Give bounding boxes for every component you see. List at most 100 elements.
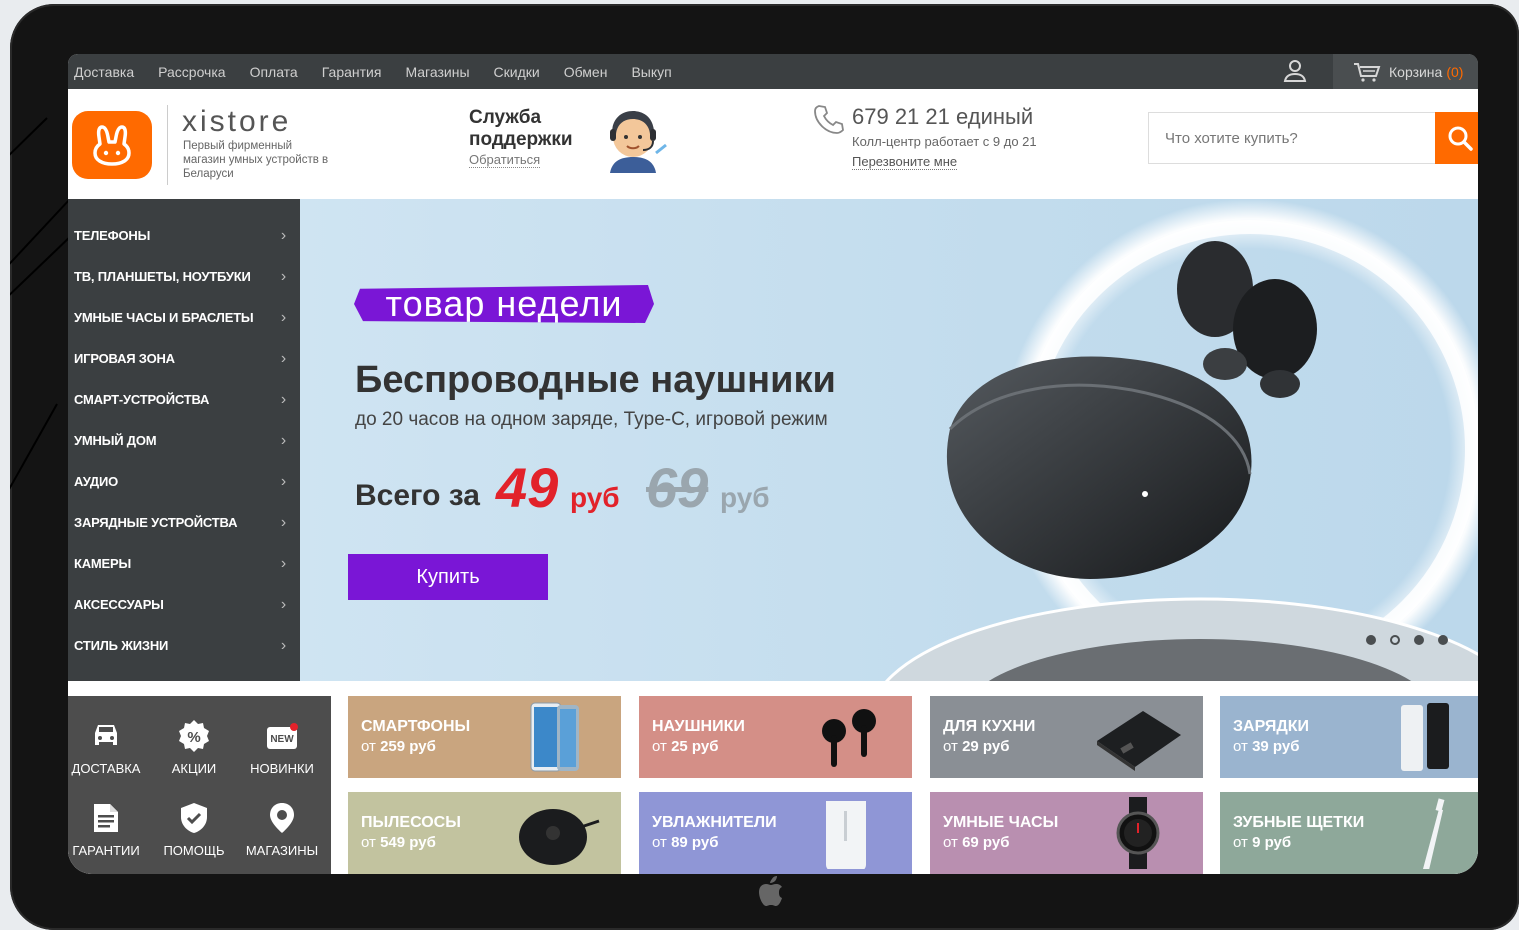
top-nav-bar: Доставка Рассрочка Оплата Гарантия Магаз… — [68, 54, 1478, 89]
user-account-button[interactable] — [1280, 56, 1310, 86]
search-input[interactable] — [1148, 112, 1436, 164]
buy-button[interactable]: Купить — [348, 554, 548, 600]
category-price: от 259 руб — [361, 738, 436, 755]
chevron-right-icon: › — [280, 472, 286, 490]
quick-link-delivery[interactable]: ДОСТАВКА — [68, 696, 150, 776]
category-name: СМАРТФОНЫ — [361, 718, 471, 735]
sidebar-item-accessories[interactable]: АКСЕССУАРЫ › — [68, 584, 300, 625]
nav-warranty[interactable]: Гарантия — [322, 64, 382, 80]
car-icon — [89, 719, 123, 753]
sidebar-item-label: СМАРТ-УСТРОЙСТВА — [74, 392, 210, 407]
support-link[interactable]: Обратиться — [469, 152, 541, 168]
slider-dot-2[interactable] — [1390, 635, 1400, 645]
sidebar-item-label: СТИЛЬ ЖИЗНИ — [74, 638, 169, 653]
slider-dots — [1366, 635, 1448, 645]
category-price: от 29 руб — [943, 738, 1010, 755]
category-name: ДЛЯ КУХНИ — [943, 718, 1036, 735]
price-new: 49 — [496, 456, 559, 519]
chevron-right-icon: › — [280, 390, 286, 408]
apple-logo-icon — [759, 876, 782, 906]
banner-title: Беспроводные наушники — [355, 359, 836, 401]
chevron-right-icon: › — [280, 267, 286, 285]
price-new-currency: руб — [570, 482, 620, 513]
browser-screen: Доставка Рассрочка Оплата Гарантия Магаз… — [68, 54, 1478, 874]
price-label: Всего за — [355, 479, 480, 512]
quick-link-warranty[interactable]: ГАРАНТИИ — [68, 778, 150, 858]
callback-link[interactable]: Перезвоните мне — [852, 154, 958, 170]
quick-link-new[interactable]: NEW НОВИНКИ — [238, 696, 326, 776]
chevron-right-icon: › — [280, 431, 286, 449]
sidebar-item-smartwatches[interactable]: УМНЫЕ ЧАСЫ И БРАСЛЕТЫ › — [68, 297, 300, 338]
slider-dot-3[interactable] — [1414, 635, 1424, 645]
sidebar-item-label: ЗАРЯДНЫЕ УСТРОЙСТВА — [74, 515, 238, 530]
nav-stores[interactable]: Магазины — [405, 64, 469, 80]
sidebar-item-label: ИГРОВАЯ ЗОНА — [74, 351, 175, 366]
logo-divider — [167, 105, 168, 185]
cart-label: Корзина — [1389, 63, 1443, 80]
quick-link-stores[interactable]: МАГАЗИНЫ — [238, 778, 326, 858]
quick-link-label: НОВИНКИ — [250, 761, 314, 776]
chevron-right-icon: › — [280, 636, 286, 654]
slider-dot-1[interactable] — [1366, 635, 1376, 645]
category-smartphones[interactable]: СМАРТФОНЫ от 259 руб — [348, 696, 621, 778]
humidifier-icon — [826, 801, 866, 869]
sidebar-item-audio[interactable]: АУДИО › — [68, 461, 300, 502]
sidebar-item-lifestyle[interactable]: СТИЛЬ ЖИЗНИ › — [68, 625, 300, 666]
sidebar-item-tv-tablets[interactable]: ТВ, ПЛАНШЕТЫ, НОУТБУКИ › — [68, 256, 300, 297]
cart-button[interactable]: Корзина (0) — [1333, 54, 1478, 89]
search-button[interactable] — [1435, 112, 1478, 164]
nav-payment[interactable]: Оплата — [250, 64, 298, 80]
brand-name[interactable]: xistore — [182, 105, 291, 139]
nav-installments[interactable]: Рассрочка — [158, 64, 225, 80]
category-name: УВЛАЖНИТЕЛИ — [652, 814, 777, 831]
sidebar-item-label: УМНЫЕ ЧАСЫ И БРАСЛЕТЫ — [74, 310, 254, 325]
phone-number[interactable]: 679 21 21 единый — [852, 104, 1033, 130]
sidebar-item-smart-home[interactable]: УМНЫЙ ДОМ › — [68, 420, 300, 461]
quick-link-help[interactable]: ПОМОЩЬ — [150, 778, 238, 858]
sidebar-item-smart-devices[interactable]: СМАРТ-УСТРОЙСТВА › — [68, 379, 300, 420]
top-nav: Доставка Рассрочка Оплата Гарантия Магаз… — [74, 54, 696, 89]
nav-exchange[interactable]: Обмен — [564, 64, 608, 80]
nav-discounts[interactable]: Скидки — [494, 64, 540, 80]
category-name: УМНЫЕ ЧАСЫ — [943, 814, 1059, 831]
sidebar-item-label: ТВ, ПЛАНШЕТЫ, НОУТБУКИ — [74, 269, 251, 284]
category-name: ПЫЛЕСОСЫ — [361, 814, 461, 831]
sidebar-item-chargers[interactable]: ЗАРЯДНЫЕ УСТРОЙСТВА › — [68, 502, 300, 543]
brand-tagline: Первый фирменный магазин умных устройств… — [183, 140, 329, 180]
chevron-right-icon: › — [280, 513, 286, 531]
call-center-hours: Колл-центр работает с 9 до 21 — [852, 134, 1037, 149]
nav-delivery[interactable]: Доставка — [74, 64, 134, 80]
category-kitchen[interactable]: ДЛЯ КУХНИ от 29 руб — [930, 696, 1203, 778]
nav-buyback[interactable]: Выкуп — [631, 64, 671, 80]
price-old: 69 — [646, 456, 709, 519]
chevron-right-icon: › — [280, 595, 286, 613]
category-price: от 69 руб — [943, 834, 1010, 851]
earbuds-product-image — [885, 199, 1478, 681]
category-headphones[interactable]: НАУШНИКИ от 25 руб — [639, 696, 912, 778]
sidebar-item-cameras[interactable]: КАМЕРЫ › — [68, 543, 300, 584]
bunny-logo-icon — [93, 125, 131, 166]
category-smartwatches[interactable]: УМНЫЕ ЧАСЫ от 69 руб — [930, 792, 1203, 874]
quick-link-label: ДОСТАВКА — [71, 761, 141, 776]
quick-link-promotions[interactable]: % АКЦИИ — [150, 696, 238, 776]
slider-dot-4[interactable] — [1438, 635, 1448, 645]
quick-link-label: ГАРАНТИИ — [72, 843, 140, 858]
sidebar-item-label: АКСЕССУАРЫ — [74, 597, 164, 612]
category-chargers[interactable]: ЗАРЯДКИ от 39 руб — [1220, 696, 1478, 778]
category-humidifiers[interactable]: УВЛАЖНИТЕЛИ от 89 руб — [639, 792, 912, 874]
svg-text:NEW: NEW — [270, 734, 294, 745]
user-icon — [1283, 60, 1307, 82]
category-vacuums[interactable]: ПЫЛЕСОСЫ от 549 руб — [348, 792, 621, 874]
kitchen-scale-icon — [1097, 711, 1181, 771]
category-price: от 9 руб — [1233, 834, 1292, 851]
shield-check-icon — [177, 801, 211, 835]
percent-icon: % — [177, 719, 211, 753]
category-toothbrushes[interactable]: ЗУБНЫЕ ЩЕТКИ от 9 руб — [1220, 792, 1478, 874]
promo-banner[interactable]: товар недели Беспроводные наушники до 20… — [300, 199, 1478, 681]
sidebar-item-label: ТЕЛЕФОНЫ — [74, 228, 151, 243]
smartphone-icon — [530, 702, 579, 772]
sidebar-item-phones[interactable]: ТЕЛЕФОНЫ › — [68, 215, 300, 256]
logo[interactable] — [72, 111, 152, 179]
sidebar-item-gaming[interactable]: ИГРОВАЯ ЗОНА › — [68, 338, 300, 379]
price-old-currency: руб — [720, 482, 770, 513]
